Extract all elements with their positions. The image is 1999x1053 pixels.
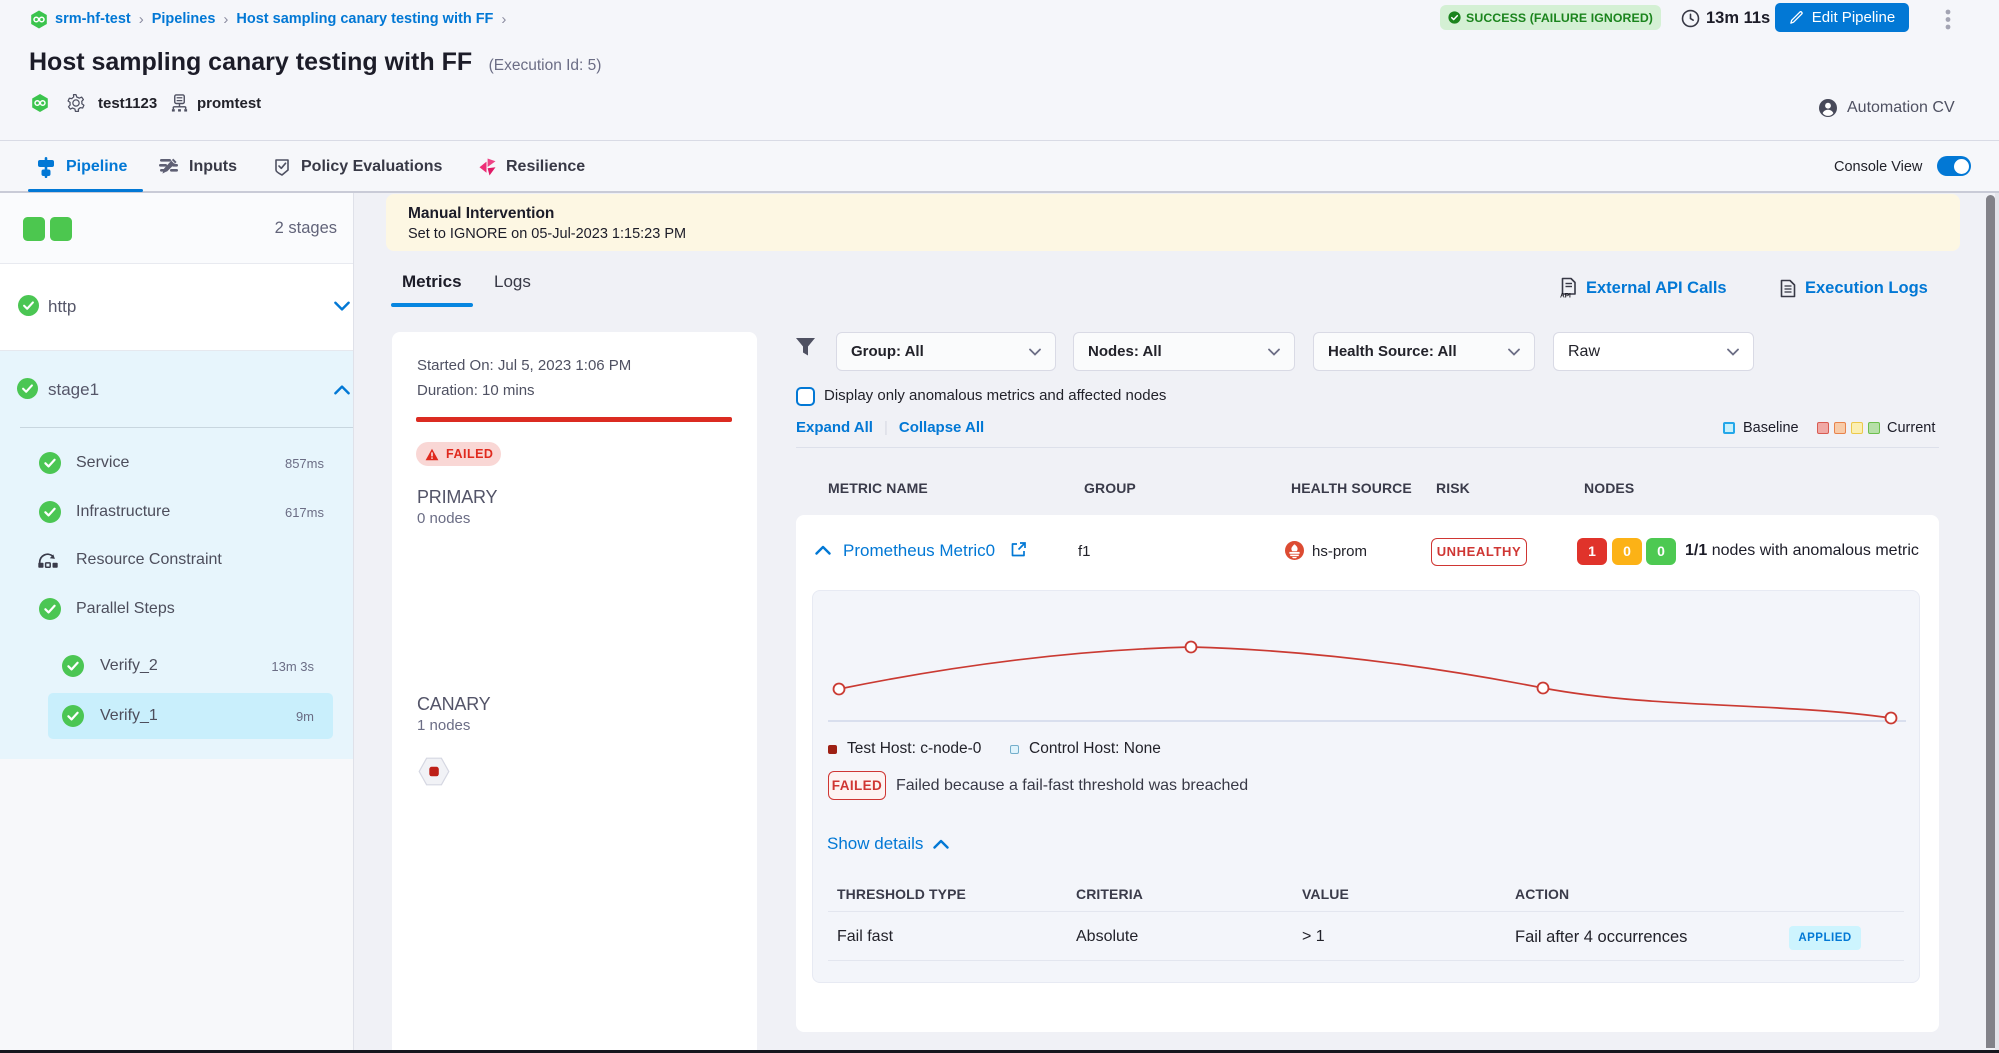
- svg-text:API: API: [1560, 293, 1571, 300]
